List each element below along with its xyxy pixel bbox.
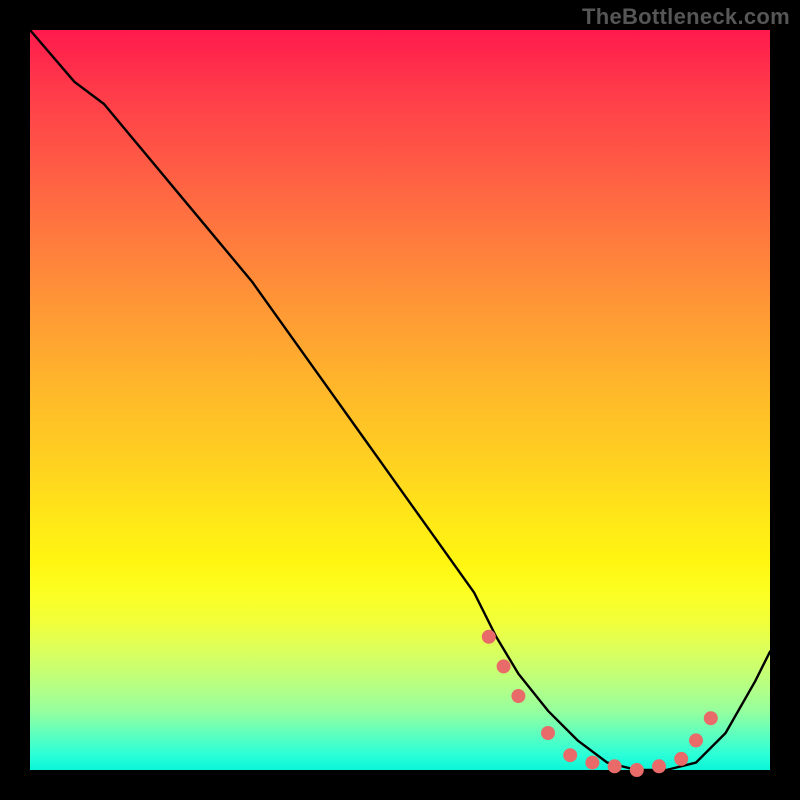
marker-point — [704, 711, 718, 725]
marker-point — [674, 752, 688, 766]
marker-point — [630, 763, 644, 777]
marker-point — [689, 733, 703, 747]
bottleneck-curve-line — [30, 30, 770, 770]
marker-point — [563, 748, 577, 762]
curve-svg — [30, 30, 770, 770]
marker-point — [652, 759, 666, 773]
marker-point — [608, 759, 622, 773]
chart-frame: TheBottleneck.com — [0, 0, 800, 800]
marker-group — [482, 630, 718, 777]
marker-point — [541, 726, 555, 740]
marker-point — [511, 689, 525, 703]
watermark-text: TheBottleneck.com — [582, 4, 790, 30]
marker-point — [585, 756, 599, 770]
plot-area — [30, 30, 770, 770]
marker-point — [482, 630, 496, 644]
marker-point — [497, 659, 511, 673]
